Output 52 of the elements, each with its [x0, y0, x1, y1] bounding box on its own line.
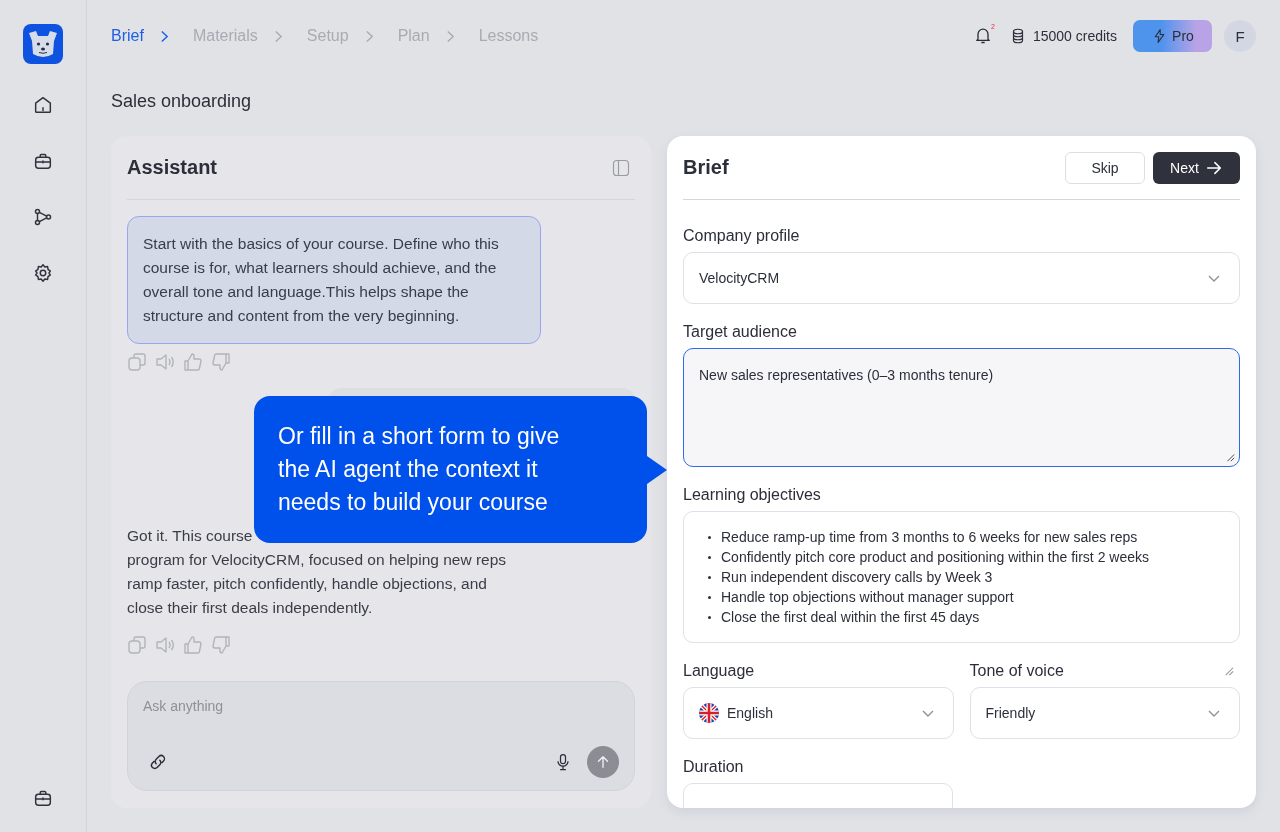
thumbs-up-icon[interactable]	[183, 352, 203, 372]
thumbs-down-icon[interactable]	[211, 352, 231, 372]
chevron-right-icon	[364, 29, 374, 43]
assistant-message: Start with the basics of your course. Define who this course is for, what learners should achieve, and the overall tone and language.This helps shape the structure and content from the very beginning.	[127, 216, 541, 344]
resize-handle-icon[interactable]	[1223, 665, 1234, 676]
objectives-field[interactable]	[683, 511, 1240, 643]
callout-pointer	[647, 456, 667, 484]
nodes-icon[interactable]	[32, 206, 54, 228]
chevron-right-icon	[159, 29, 169, 43]
chevron-right-icon	[445, 29, 455, 43]
dog-logo-icon	[23, 24, 63, 64]
objective-item: Run independent discovery calls by Week 3	[721, 569, 993, 585]
app-logo[interactable]	[23, 24, 63, 64]
home-icon[interactable]	[32, 94, 54, 116]
chevron-right-icon	[273, 29, 283, 43]
field-label: Tone of voice	[969, 661, 1064, 681]
user-avatar[interactable]: F	[1224, 20, 1256, 52]
ask-field[interactable]: Ask anything	[143, 698, 619, 714]
next-button[interactable]: Next	[1153, 151, 1240, 184]
breadcrumb-step[interactable]: Brief	[111, 27, 144, 45]
copy-icon[interactable]	[127, 635, 147, 655]
settings-icon[interactable]	[32, 262, 54, 284]
text-area[interactable]: New sales representatives (0–3 months tenure)	[683, 348, 1240, 467]
objective-item: Handle top objections without manager support	[721, 589, 1014, 605]
speaker-icon[interactable]	[155, 635, 175, 655]
thumbs-up-icon[interactable]	[183, 635, 203, 655]
pro-button[interactable]: Pro	[1133, 20, 1212, 52]
select-field[interactable]: VelocityCRM	[683, 252, 1240, 304]
field-label: Target audience	[683, 322, 797, 342]
copy-icon[interactable]	[127, 352, 147, 372]
send-button[interactable]	[587, 746, 619, 778]
objective-item: Close the first deal within the first 45 days	[721, 609, 980, 625]
select-field[interactable]: Friendly	[969, 687, 1240, 739]
skip-button[interactable]: Skip	[1065, 151, 1145, 184]
panel-title: Assistant	[127, 156, 218, 179]
callout: Or fill in a short form to give the AI agent the context it needs to build your course	[254, 396, 647, 543]
field-label: Duration	[683, 757, 744, 777]
chat-input[interactable]: Ask anything	[127, 681, 635, 791]
page-title: Sales onboarding	[111, 90, 253, 112]
credits-count: 15000 credits	[1032, 28, 1117, 44]
speaker-icon[interactable]	[155, 352, 175, 372]
field-label: Company profile	[683, 226, 800, 246]
thumbs-down-icon[interactable]	[211, 635, 231, 655]
select-field[interactable]: English	[683, 687, 954, 739]
objective-item: Confidently pitch core product and positioning within the first 2 weeks	[721, 549, 1149, 565]
sidebar-toggle-icon[interactable]	[611, 157, 631, 178]
flag-icon	[699, 703, 719, 723]
panel-title: Brief	[683, 156, 729, 179]
field-label: Language	[683, 661, 755, 681]
field-label: Learning objectives	[683, 485, 821, 505]
resize-handle-icon[interactable]	[1225, 452, 1235, 462]
objective-item: Reduce ramp-up time from 3 months to 6 weeks for new sales reps	[721, 529, 1138, 545]
